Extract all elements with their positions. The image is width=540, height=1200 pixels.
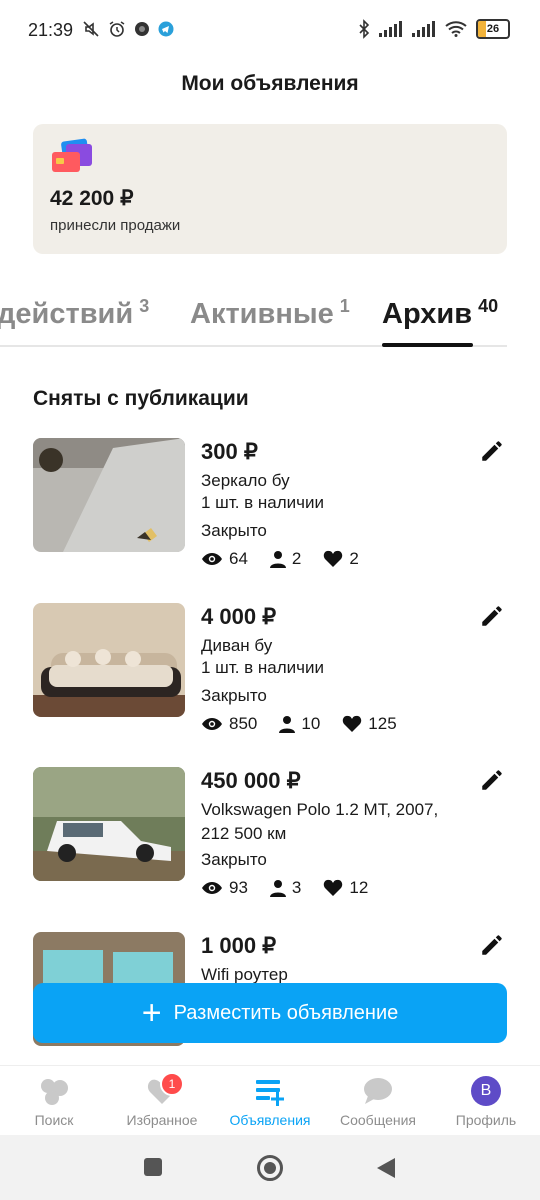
listing-title: Диван бу (201, 636, 273, 655)
tab-label: Архив (382, 298, 473, 330)
sales-summary-card[interactable]: 42 200 ₽ принесли продажи (33, 124, 507, 254)
views-count: 93 (229, 878, 248, 897)
edit-pencil-icon[interactable] (479, 603, 505, 629)
edit-pencil-icon[interactable] (479, 932, 505, 958)
listing-stats: 93 3 12 (201, 878, 390, 898)
eye-icon (202, 882, 222, 894)
active-tab-indicator (382, 343, 473, 347)
favorites-count: 2 (349, 549, 359, 568)
nav-item-search[interactable]: Поиск (0, 1074, 108, 1128)
page-title: Мои объявления (181, 72, 359, 95)
listing-status: Закрыто (201, 686, 267, 705)
listing-photo[interactable] (33, 438, 185, 552)
listing-tabs: действий 3 Активные 1 Архив 40 (0, 296, 540, 348)
bluetooth-icon (359, 19, 370, 39)
signal-icon (379, 21, 402, 37)
favorites-count: 125 (368, 714, 397, 733)
heart-icon (324, 550, 343, 567)
nav-label: Объявления (229, 1112, 311, 1128)
wifi-icon (445, 21, 467, 37)
tab-active[interactable]: Активные 1 (190, 296, 350, 331)
tab-count: 3 (139, 296, 150, 316)
heart-icon (343, 715, 362, 732)
listing-stats: 850 10 125 (201, 714, 419, 734)
listing-price: 1 000 ₽ (201, 933, 277, 958)
person-icon (269, 880, 286, 897)
section-title: Сняты с публикации (33, 387, 249, 410)
edit-pencil-icon[interactable] (479, 767, 505, 793)
listings-add-icon (250, 1074, 290, 1108)
listing-status: Закрыто (201, 850, 267, 869)
alarm-icon (109, 21, 125, 37)
post-listing-button[interactable]: + Разместить объявление (33, 983, 507, 1043)
listing-price: 4 000 ₽ (201, 604, 277, 629)
listing-price: 450 000 ₽ (201, 768, 301, 793)
views-count: 850 (229, 714, 258, 733)
mute-icon (83, 21, 99, 37)
bottom-navigation: Поиск 1 Избранное Объявления Сообщения В… (0, 1065, 540, 1136)
listing-item[interactable]: 300 ₽ Зеркало бу 1 шт. в наличии Закрыто… (33, 438, 507, 588)
listing-status: Закрыто (201, 521, 267, 540)
contacts-count: 2 (291, 549, 302, 568)
nav-item-favorites[interactable]: 1 Избранное (108, 1072, 216, 1128)
tab-count: 1 (339, 296, 350, 316)
app-circle-icon (135, 22, 149, 36)
plus-icon: + (141, 994, 162, 1032)
heart-icon (324, 879, 343, 896)
telegram-icon (158, 21, 174, 37)
listing-price: 300 ₽ (201, 439, 258, 464)
tab-needs-action[interactable]: действий 3 (0, 296, 150, 331)
nav-label: Поиск (34, 1112, 74, 1128)
sales-caption: принесли продажи (50, 217, 181, 234)
listing-stock: 1 шт. в наличии (201, 658, 325, 677)
eye-icon (202, 553, 222, 565)
status-bar: 21:39 26 (0, 0, 540, 62)
nav-label: Избранное (126, 1112, 198, 1128)
eye-icon (202, 718, 222, 730)
listing-stats: 64 2 2 (201, 549, 381, 569)
nav-label: Сообщения (340, 1112, 416, 1128)
recents-square-icon[interactable] (143, 1157, 163, 1177)
listing-photo[interactable] (33, 767, 185, 881)
nav-item-messages[interactable]: Сообщения (324, 1074, 432, 1128)
search-bubbles-icon (34, 1074, 74, 1108)
nav-item-listings[interactable]: Объявления (216, 1074, 324, 1128)
tab-count: 40 (478, 296, 499, 316)
status-time: 21:39 (28, 20, 74, 40)
edit-pencil-icon[interactable] (479, 438, 505, 464)
contacts-count: 3 (291, 878, 302, 897)
system-navigation-bar (0, 1135, 540, 1200)
listing-stock: 1 шт. в наличии (201, 493, 325, 512)
back-triangle-icon[interactable] (375, 1156, 397, 1180)
nav-item-profile[interactable]: В Профиль (432, 1074, 540, 1128)
listing-item[interactable]: 4 000 ₽ Диван бу 1 шт. в наличии Закрыто… (33, 603, 507, 753)
avatar: В (471, 1076, 501, 1106)
wallet-cards-icon (52, 138, 92, 172)
favorites-count: 12 (349, 878, 369, 897)
listing-item[interactable]: 450 000 ₽ Volkswagen Polo 1.2 MT, 2007, … (33, 767, 507, 917)
tab-label: Активные (190, 298, 334, 330)
battery-indicator: 26 (476, 19, 510, 39)
post-listing-label: Разместить объявление (173, 1001, 399, 1024)
signal-icon-2 (412, 21, 435, 37)
views-count: 64 (229, 549, 248, 568)
listing-title: Зеркало бу (201, 471, 290, 490)
favorites-badge: 1 (160, 1072, 184, 1096)
person-icon (279, 716, 296, 733)
listing-title: Volkswagen Polo 1.2 MT, 2007, 212 500 км (201, 800, 439, 843)
tab-archive[interactable]: Архив 40 (382, 296, 499, 331)
nav-label: Профиль (455, 1112, 517, 1128)
chat-icon (358, 1074, 398, 1108)
listing-photo[interactable] (33, 603, 185, 717)
contacts-count: 10 (301, 714, 321, 733)
tab-label: действий (0, 298, 134, 330)
person-icon (269, 551, 286, 568)
home-circle-icon[interactable] (256, 1154, 284, 1182)
sales-amount: 42 200 ₽ (50, 187, 134, 210)
battery-level: 26 (486, 23, 500, 35)
